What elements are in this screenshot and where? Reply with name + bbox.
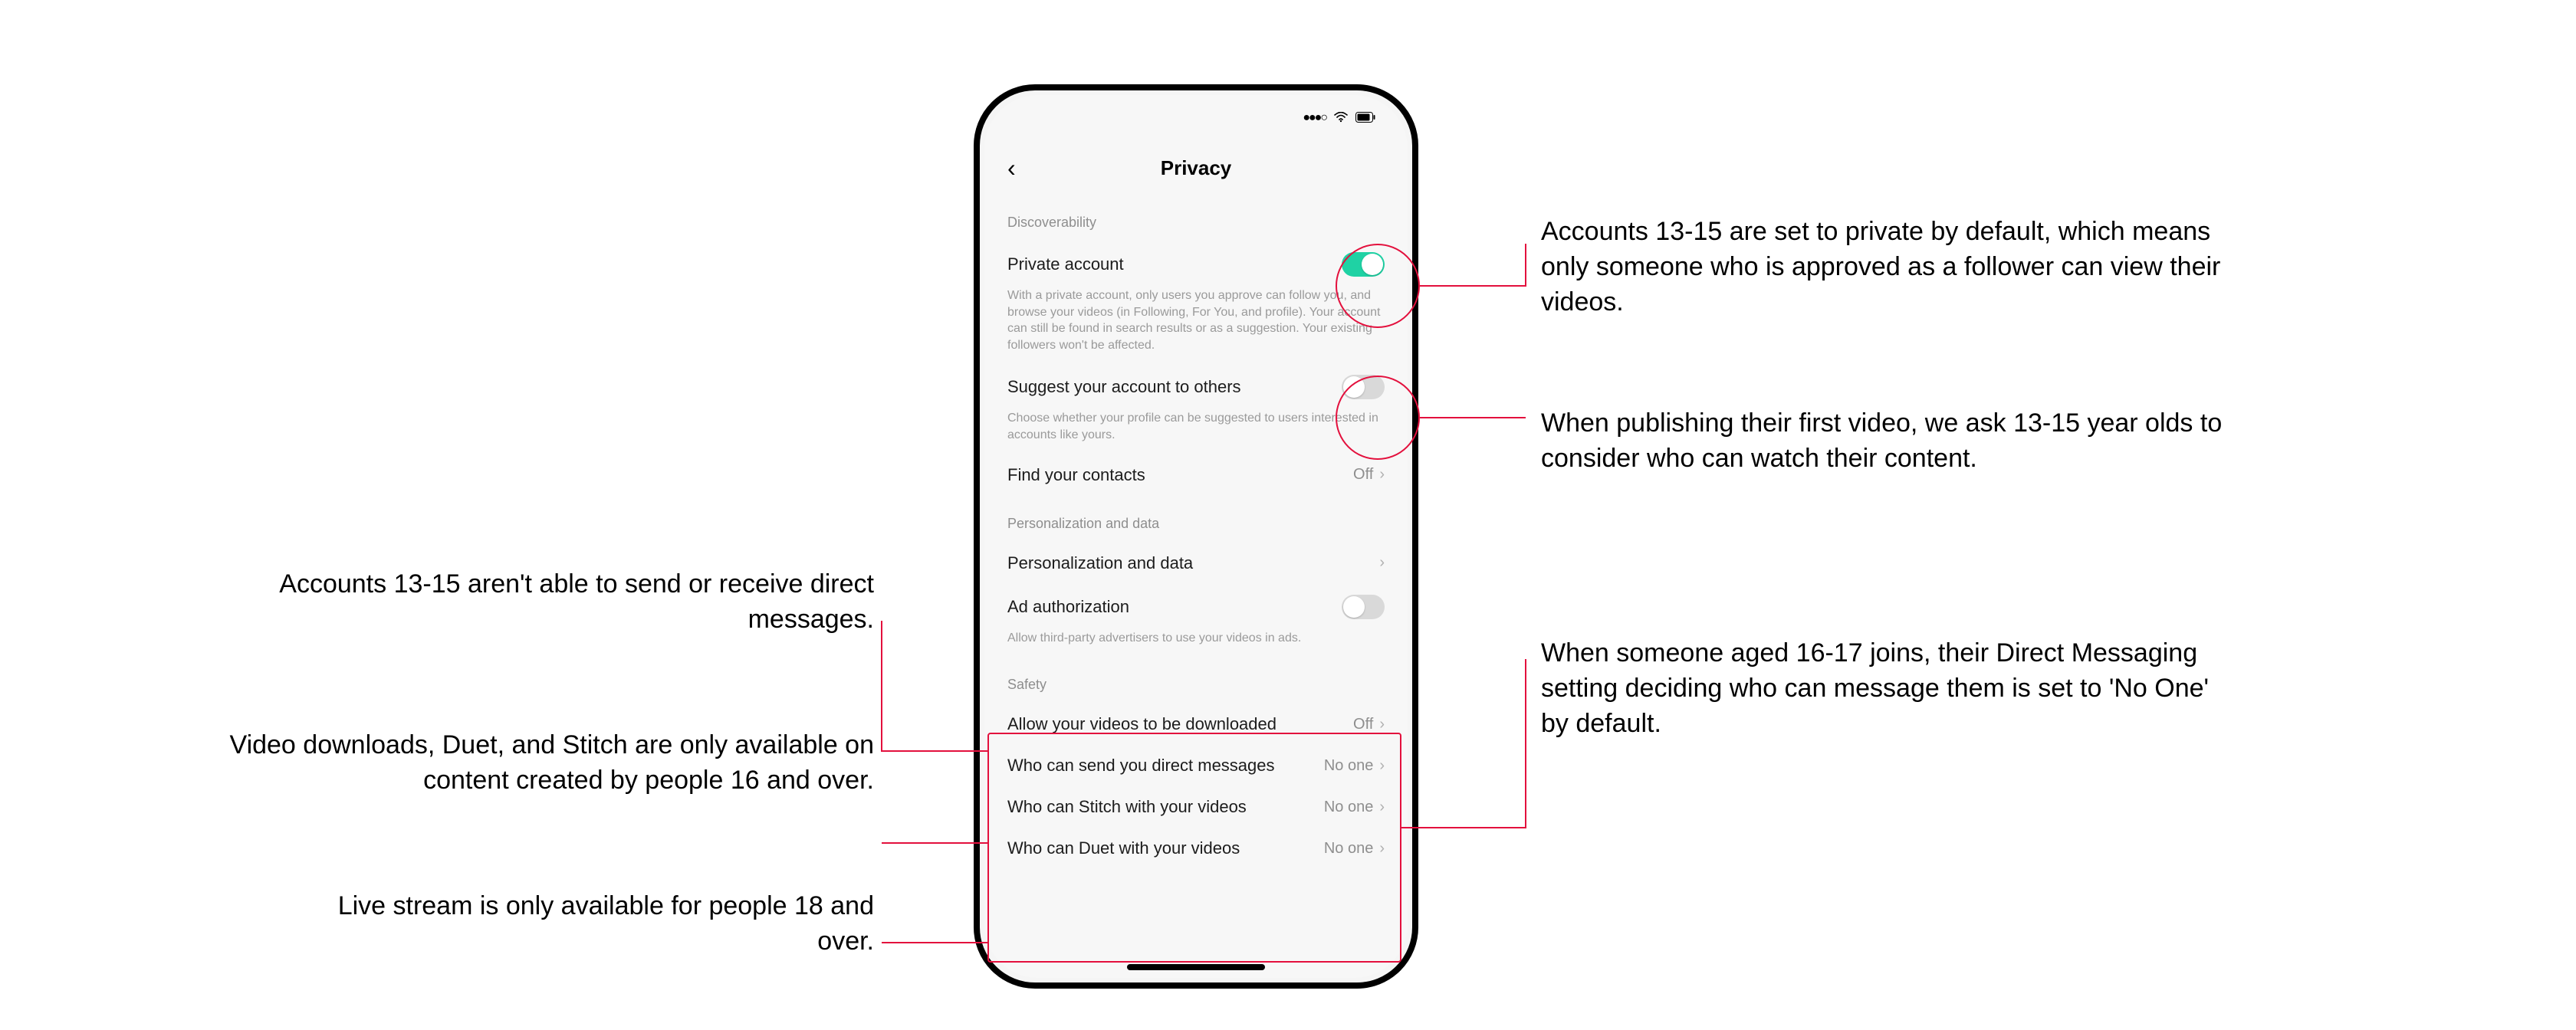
- home-indicator: [1127, 964, 1265, 970]
- wifi-icon: [1334, 110, 1348, 126]
- navbar: ‹ Privacy: [984, 141, 1408, 195]
- annotation-left-3: Live stream is only available for people…: [337, 889, 874, 959]
- annotation-right-2: When someone aged 16-17 joins, their Dir…: [1541, 636, 2223, 742]
- personalization-label: Personalization and data: [1007, 553, 1379, 573]
- suggest-account-label: Suggest your account to others: [1007, 377, 1342, 397]
- allow-downloads-value: Off: [1353, 716, 1373, 733]
- annotation-right-1b: When publishing their first video, we as…: [1541, 406, 2223, 477]
- back-button[interactable]: ‹: [1007, 154, 1016, 182]
- annotation-box-safety: [987, 733, 1401, 963]
- signal-icon: ●●●○: [1303, 111, 1326, 125]
- find-contacts-row[interactable]: Find your contacts Off ›: [984, 454, 1408, 496]
- allow-downloads-label: Allow your videos to be downloaded: [1007, 714, 1353, 734]
- chevron-right-icon: ›: [1379, 466, 1385, 484]
- find-contacts-value: Off: [1353, 466, 1373, 484]
- personalization-row[interactable]: Personalization and data ›: [984, 543, 1408, 584]
- status-bar: ●●●○: [984, 95, 1408, 141]
- chevron-right-icon: ›: [1379, 716, 1385, 733]
- battery-icon: [1355, 110, 1375, 126]
- annotation-left-2: Video downloads, Duet, and Stitch are on…: [199, 728, 874, 799]
- annotation-circle-private-toggle: [1336, 244, 1420, 328]
- ad-authorization-label: Ad authorization: [1007, 597, 1342, 617]
- find-contacts-label: Find your contacts: [1007, 465, 1353, 485]
- ad-authorization-desc: Allow third-party advertisers to use you…: [984, 630, 1408, 658]
- ad-authorization-toggle[interactable]: [1342, 595, 1385, 619]
- ad-authorization-row[interactable]: Ad authorization: [984, 584, 1408, 630]
- annotation-right-1a: Accounts 13-15 are set to private by def…: [1541, 215, 2223, 320]
- chevron-right-icon: ›: [1379, 554, 1385, 572]
- section-safety-header: Safety: [984, 657, 1408, 704]
- section-discoverability-header: Discoverability: [984, 195, 1408, 241]
- page-title: Privacy: [1161, 156, 1232, 180]
- annotation-left-1: Accounts 13-15 aren't able to send or re…: [261, 567, 874, 638]
- private-account-label: Private account: [1007, 254, 1342, 274]
- canvas: ●●●○ ‹ Privacy Discoverability Private a…: [0, 0, 2576, 1030]
- section-personalization-header: Personalization and data: [984, 496, 1408, 543]
- annotation-circle-suggest-toggle: [1336, 376, 1420, 460]
